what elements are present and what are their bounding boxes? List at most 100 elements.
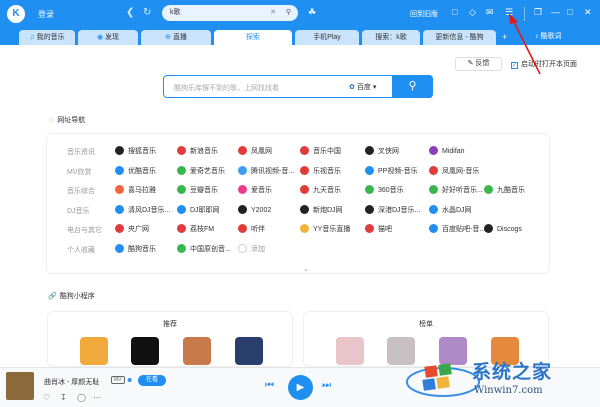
old-version-link[interactable]: 回到旧版 — [410, 9, 438, 19]
site-link[interactable]: 乐视音乐 — [300, 165, 341, 176]
shirt-icon[interactable]: □ — [452, 7, 457, 17]
tab-discover[interactable]: ◉ 发现 — [78, 30, 138, 45]
site-link[interactable]: 酷狗音乐 — [115, 243, 156, 254]
site-link[interactable]: 水晶DJ网 — [429, 204, 472, 215]
song-title[interactable]: 曲肖冰 - 厚颜无耻 — [44, 377, 99, 387]
site-link[interactable]: DJ耶耶网 — [177, 204, 220, 215]
search-icon[interactable]: ⚲ — [286, 5, 291, 21]
nav-category[interactable]: DJ音乐 — [67, 206, 90, 216]
site-link[interactable]: 百度贴吧-音... — [429, 224, 485, 234]
site-link[interactable]: 好好听音乐... — [429, 185, 483, 195]
download-icon[interactable]: ↧ — [60, 393, 67, 402]
app-thumb-ci[interactable] — [80, 337, 108, 365]
site-link[interactable]: 爱音乐 — [238, 185, 272, 195]
mail-icon[interactable]: ✉ — [486, 7, 494, 18]
site-favicon-icon — [177, 224, 186, 233]
site-nav-panel: 音乐资讯 搜狐音乐 新浪音乐 凤凰网 音乐中国 叉侠网 Midifan MV欣赏 优酷音乐 爱奇艺… — [46, 133, 550, 274]
close-icon[interactable]: ✕ — [584, 7, 592, 18]
engine-select[interactable]: ✿ 百度 ▾ — [349, 82, 376, 92]
site-label: PP视频-音乐 — [378, 167, 418, 175]
heart-icon[interactable]: ♡ — [43, 393, 50, 402]
listening-badge[interactable]: 在看 — [138, 375, 166, 386]
top-search-input[interactable]: k歌 ✕ ⚲ — [162, 5, 298, 21]
site-label: 中国原创音... — [190, 245, 231, 253]
site-link[interactable]: 腾讯视频-音... — [238, 165, 294, 176]
site-link[interactable]: 央广网 — [115, 224, 149, 234]
comment-icon[interactable]: ◯ — [77, 393, 86, 402]
web-search-box[interactable]: 酷狗乐库搜不到的歌，上网找找看 ✿ 百度 ▾ ⚲ — [163, 75, 433, 98]
site-link[interactable]: 360音乐 — [365, 185, 404, 195]
album-cover[interactable] — [6, 372, 34, 400]
site-link[interactable]: 凤凰网 — [238, 146, 272, 156]
site-link[interactable]: 叉侠网 — [365, 146, 399, 156]
nav-row: DJ音乐 清风DJ音乐... DJ耶耶网 Y2002 新炮DJ网 深港DJ音乐... 水晶D… — [47, 201, 549, 220]
chart-thumb-1[interactable] — [336, 337, 364, 365]
next-icon[interactable]: ⏭ — [322, 380, 331, 391]
site-link[interactable]: 九天音乐 — [300, 185, 341, 195]
site-link[interactable]: YY音乐直播 — [300, 224, 350, 234]
mv-badge[interactable]: MV — [111, 376, 125, 384]
tab-live[interactable]: ⊕ 直播 — [141, 30, 211, 45]
nav-category[interactable]: 个人收藏 — [67, 245, 95, 255]
site-favicon-icon — [429, 185, 438, 194]
site-link[interactable]: 听伴 — [238, 224, 265, 234]
site-link[interactable]: Y2002 — [238, 204, 271, 214]
site-label: 深港DJ音乐... — [378, 206, 421, 214]
web-search-button[interactable]: ⚲ — [392, 75, 433, 98]
nav-category[interactable]: MV欣赏 — [67, 167, 92, 177]
explore-page: ✎ 反馈 ✓ 启动时打开本页面 酷狗乐库搜不到的歌，上网找找看 ✿ 百度 ▾ ⚲ ☆… — [0, 45, 600, 396]
play-icon: ▶ — [296, 382, 305, 393]
minimize-icon[interactable]: — — [551, 7, 560, 17]
site-link[interactable]: Midifan — [429, 146, 465, 155]
site-link[interactable]: 优酷音乐 — [115, 165, 156, 176]
site-label: 听伴 — [251, 226, 265, 233]
recommend-card[interactable]: 推荐 — [47, 311, 293, 367]
site-link[interactable]: 荔枝FM — [177, 224, 214, 234]
refresh-icon[interactable]: ↻ — [143, 7, 151, 18]
tab-my-music[interactable]: ♫ 我的音乐 — [19, 30, 75, 45]
previous-icon[interactable]: ⏮ — [265, 380, 274, 391]
nav-category[interactable]: 音乐综合 — [67, 186, 95, 196]
add-site-link[interactable]: 添加 — [238, 243, 265, 254]
site-link[interactable]: 音乐中国 — [300, 146, 341, 156]
nav-category[interactable]: 电台与其它 — [67, 225, 102, 235]
expand-chevron-icon[interactable]: ⌄ — [303, 265, 309, 273]
login-link[interactable]: 登录 — [38, 9, 54, 20]
site-link[interactable]: 九酷音乐 — [484, 185, 525, 195]
nav-category[interactable]: 音乐资讯 — [67, 147, 95, 157]
site-link[interactable]: 中国原创音... — [177, 243, 231, 254]
site-favicon-icon — [300, 185, 309, 194]
web-search-input[interactable]: 酷狗乐库搜不到的歌，上网找找看 — [174, 83, 279, 93]
feedback-button[interactable]: ✎ 反馈 — [455, 57, 502, 71]
play-button[interactable]: ▶ — [288, 375, 313, 400]
tab-explore[interactable]: 探索 — [214, 30, 292, 45]
site-link[interactable]: 豆瓣音乐 — [177, 185, 218, 195]
site-link[interactable]: PP视频-音乐 — [365, 165, 418, 176]
back-icon[interactable]: ❮ — [126, 7, 134, 18]
maximize-icon[interactable]: □ — [567, 7, 572, 17]
more-icon[interactable]: ⋯ — [93, 393, 101, 402]
tab-search-kge[interactable]: 搜索：k歌 — [362, 30, 420, 45]
tab-phone-play[interactable]: 手机Play — [295, 30, 359, 45]
site-link[interactable]: 新浪音乐 — [177, 146, 218, 156]
skin-icon[interactable]: ◇ — [469, 7, 476, 18]
app-thumb-car[interactable] — [183, 337, 211, 365]
card-title: 榜单 — [419, 321, 433, 328]
site-link[interactable]: 爱奇艺音乐 — [177, 165, 225, 176]
listen-icon[interactable]: ☘ — [308, 7, 316, 18]
site-link[interactable]: 凤凰网-音乐 — [429, 165, 479, 176]
site-favicon-icon — [300, 146, 309, 155]
clear-icon[interactable]: ✕ — [270, 5, 276, 21]
site-link[interactable]: 清风DJ音乐... — [115, 204, 170, 215]
tab-update-info[interactable]: 更新信息 - 酷狗 — [423, 30, 496, 45]
app-thumb-douyin[interactable] — [131, 337, 159, 365]
site-link[interactable]: 猫吧 — [365, 224, 392, 234]
site-link[interactable]: Discogs — [484, 224, 522, 233]
site-link[interactable]: 深港DJ音乐... — [365, 204, 421, 215]
app-thumb-person[interactable] — [235, 337, 263, 365]
site-link[interactable]: 新炮DJ网 — [300, 204, 343, 215]
watermark-url: Winwin7.com — [474, 385, 543, 396]
site-link[interactable]: 搜狐音乐 — [115, 146, 156, 156]
site-favicon-icon — [177, 146, 186, 155]
site-link[interactable]: 喜马拉雅 — [115, 185, 156, 195]
